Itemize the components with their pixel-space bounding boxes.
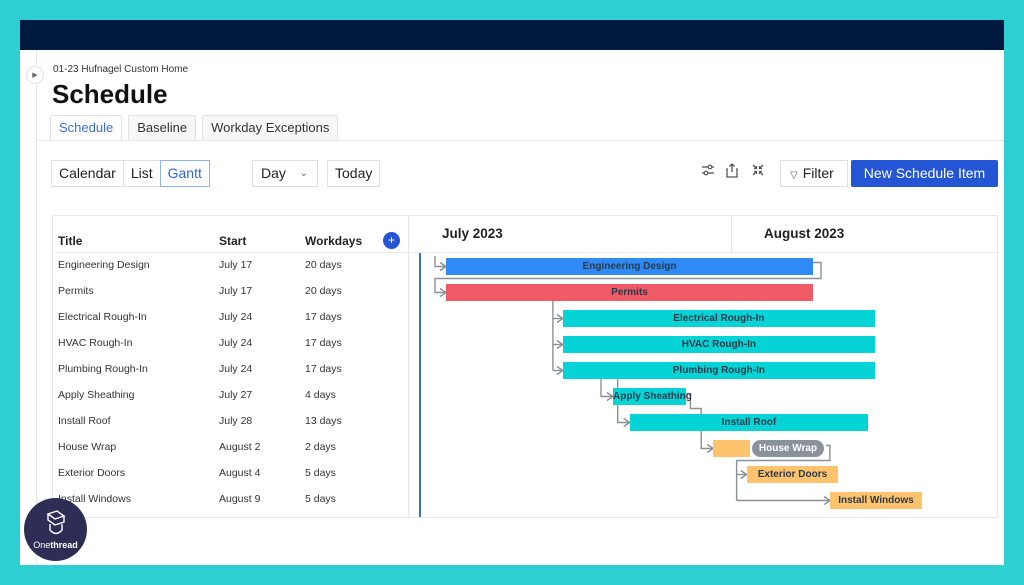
row-title: Install Roof [58, 415, 111, 427]
share-icon[interactable] [724, 163, 740, 179]
table-row[interactable]: Install Windows August 95 days [53, 487, 408, 513]
table-row[interactable]: Electrical Rough-In July 24 17 days [53, 305, 408, 331]
gantt-bar-label-pill[interactable]: House Wrap [751, 440, 825, 457]
filter-button[interactable]: ▽ Filter [780, 160, 848, 187]
zoom-level-value: Day [261, 165, 286, 181]
table-row[interactable]: Exterior Doors August 4 5 days [53, 461, 408, 487]
app-window: ▶ 01-23 Hufnagel Custom Home Schedule Sc… [20, 20, 1004, 565]
new-schedule-item-button[interactable]: New Schedule Item [851, 160, 998, 187]
month-label-august: August 2023 [764, 226, 845, 241]
zoom-level-select[interactable]: Day ⌄ [252, 160, 318, 187]
row-workdays: 20 days [305, 285, 342, 297]
view-gantt-button[interactable]: Gantt [159, 160, 210, 187]
dependency-line [600, 379, 613, 398]
table-row[interactable]: Install Roof July 28 13 days [53, 409, 408, 435]
gantt-bar[interactable]: Install Roof [629, 414, 869, 431]
today-button[interactable]: Today [327, 160, 381, 187]
row-title: Permits [58, 285, 94, 297]
row-workdays: 17 days [305, 337, 342, 349]
project-breadcrumb[interactable]: 01-23 Hufnagel Custom Home [53, 64, 188, 75]
onethread-wordmark: Onethread [33, 539, 78, 550]
month-divider [731, 216, 732, 253]
schedule-gantt-grid: Title Start Workdays + Engineering Desig… [52, 215, 998, 518]
view-list-button[interactable]: List [122, 160, 161, 187]
column-header-workdays[interactable]: Workdays [305, 234, 362, 248]
dependency-line [434, 256, 446, 268]
table-row[interactable]: Permits July 17 20 days [53, 279, 408, 305]
row-start: July 17 [219, 285, 253, 297]
chevron-right-icon: ▶ [32, 72, 38, 79]
onethread-logo: Onethread [24, 498, 87, 561]
row-workdays: 13 days [305, 415, 342, 427]
row-title: Plumbing Rough-In [58, 363, 148, 375]
gantt-bar[interactable]: Exterior Doors [746, 466, 839, 483]
gantt-bar[interactable]: HVAC Rough-In [562, 336, 875, 353]
top-nav-bar [20, 20, 1004, 50]
gantt-bar[interactable]: Engineering Design [446, 258, 813, 275]
collapse-icon[interactable] [750, 163, 766, 179]
table-row[interactable]: Plumbing Rough-In July 24 17 days [53, 357, 408, 383]
column-header-start[interactable]: Start [219, 234, 246, 248]
page-title: Schedule [52, 79, 168, 109]
row-workdays: 17 days [305, 363, 342, 375]
row-title: Apply Sheathing [58, 389, 135, 401]
gantt-chart-pane: July 2023 August 2023 Engineering Design… [409, 216, 997, 517]
tab-schedule[interactable]: Schedule [50, 115, 123, 140]
row-title: Engineering Design [58, 259, 150, 271]
row-start: August 4 [219, 467, 261, 479]
table-row[interactable]: House Wrap August 2 2 days [53, 435, 408, 461]
row-workdays: 17 days [305, 311, 342, 323]
table-row[interactable]: Engineering Design July 17 20 days [53, 253, 408, 279]
table-row[interactable]: Apply Sheathing July 27 4 days [53, 383, 408, 409]
row-workdays: 4 days [305, 389, 336, 401]
tabs-divider [36, 140, 1004, 141]
row-start: July 24 [219, 363, 253, 375]
chevron-down-icon: ⌄ [299, 168, 308, 179]
gantt-timeline-header: July 2023 August 2023 [409, 216, 997, 253]
tab-workday-exceptions[interactable]: Workday Exceptions [202, 115, 339, 140]
gantt-bar[interactable]: Electrical Rough-In [562, 310, 875, 327]
row-title: House Wrap [58, 441, 117, 453]
row-workdays: 5 days [305, 467, 336, 479]
gantt-bar[interactable] [713, 440, 750, 457]
schedule-list-pane: Title Start Workdays + Engineering Desig… [53, 216, 409, 517]
row-title: Electrical Rough-In [58, 311, 147, 323]
gantt-bar[interactable]: Apply Sheathing [613, 388, 692, 405]
onethread-logo-icon [45, 509, 66, 534]
gantt-bar[interactable]: Install Windows [830, 492, 922, 509]
row-workdays: 2 days [305, 441, 336, 453]
tab-bar: Schedule Baseline Workday Exceptions [50, 115, 339, 140]
gantt-bar[interactable]: Permits [446, 284, 813, 301]
view-toggle: Calendar List Gantt [51, 160, 210, 187]
sidebar-rail [36, 50, 37, 565]
filter-label: Filter [802, 165, 834, 181]
add-column-button[interactable]: + [383, 232, 400, 249]
expand-sidebar-button[interactable]: ▶ [26, 66, 44, 84]
column-header-title[interactable]: Title [58, 234, 82, 248]
row-workdays: 5 days [305, 493, 336, 505]
row-start: July 28 [219, 415, 253, 427]
row-title: Exterior Doors [58, 467, 126, 479]
month-label-july: July 2023 [442, 226, 503, 241]
filter-icon: ▽ [790, 170, 798, 181]
row-title: HVAC Rough-In [58, 337, 133, 349]
row-start: July 27 [219, 389, 253, 401]
settings-sliders-icon[interactable] [700, 163, 716, 179]
row-workdays: 20 days [305, 259, 342, 271]
gantt-bar[interactable]: Plumbing Rough-In [562, 362, 875, 379]
row-start: August 9 [219, 493, 261, 505]
row-start: July 24 [219, 311, 253, 323]
view-calendar-button[interactable]: Calendar [51, 160, 124, 187]
today-marker-line [419, 253, 421, 517]
row-start: July 24 [219, 337, 253, 349]
tab-baseline[interactable]: Baseline [128, 115, 197, 140]
list-header: Title Start Workdays + [53, 216, 408, 253]
table-row[interactable]: HVAC Rough-In July 24 17 days [53, 331, 408, 357]
row-start: August 2 [219, 441, 261, 453]
row-start: July 17 [219, 259, 253, 271]
